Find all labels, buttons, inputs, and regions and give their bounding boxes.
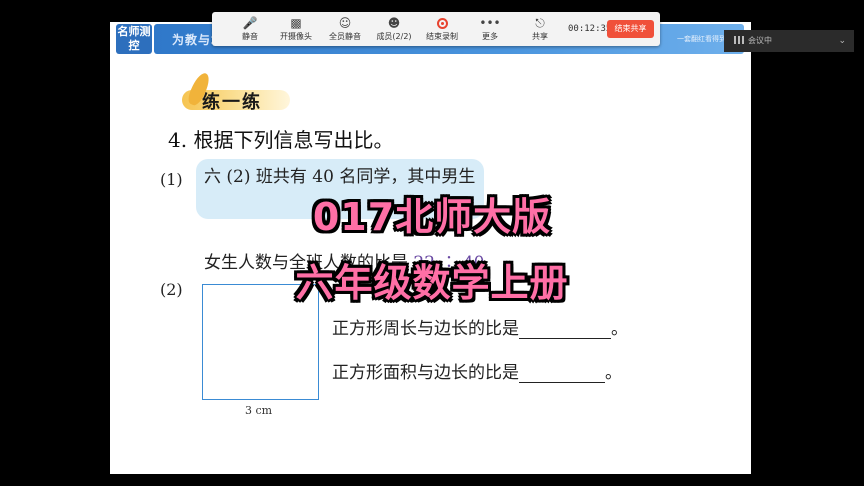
more-label: 更多 xyxy=(482,32,498,41)
area-question: 正方形面积与边长的比是 。 xyxy=(332,358,622,383)
meeting-status-bar[interactable]: 会议中 ⌄ xyxy=(724,30,854,52)
mute-button[interactable]: 🎤 静音 xyxy=(230,15,270,42)
more-button[interactable]: ••• 更多 xyxy=(470,15,510,42)
camera-icon: ▩ xyxy=(290,16,302,30)
area-blank[interactable] xyxy=(519,365,605,383)
members-button[interactable]: ☻ 成员(2/2) xyxy=(374,15,414,42)
camera-button[interactable]: ▩ 开摄像头 xyxy=(276,15,316,42)
record-icon xyxy=(422,15,462,31)
perimeter-blank[interactable] xyxy=(519,321,611,339)
brand-logo: 名师测控 xyxy=(116,24,152,54)
signal-icon xyxy=(734,36,744,44)
shared-slide: 名师测控 为教与增效 为学生赋能 一套翻红看得到 练一练 4. 根据下列信息写出… xyxy=(110,22,751,474)
meeting-status-label: 会议中 xyxy=(748,36,772,45)
overlay-title-line2: 六年级数学上册 xyxy=(295,261,569,305)
meeting-toolbar: 🎤 静音 ▩ 开摄像头 ☺ 全员静音 ☻ 成员(2/2) 结束录制 ••• 更多… xyxy=(212,12,660,46)
share-icon: ⎋ xyxy=(535,16,545,30)
perimeter-question: 正方形周长与边长的比是 。 xyxy=(332,314,628,339)
end-recording-button[interactable]: 结束录制 xyxy=(422,15,462,42)
side-length-label: 3 cm xyxy=(245,404,273,417)
members-icon: ☻ xyxy=(387,16,401,30)
end-share-button[interactable]: 结束共享 xyxy=(607,20,654,38)
chevron-down-icon: ⌄ xyxy=(838,36,846,46)
end-recording-label: 结束录制 xyxy=(426,32,458,41)
mute-all-icon: ☺ xyxy=(338,16,352,30)
perimeter-text: 正方形周长与边长的比是 xyxy=(332,319,519,339)
mute-all-button[interactable]: ☺ 全员静音 xyxy=(325,15,365,42)
microphone-icon: 🎤 xyxy=(242,16,258,30)
perimeter-period: 。 xyxy=(611,319,628,339)
practice-tag: 练一练 xyxy=(182,70,290,113)
more-icon: ••• xyxy=(479,16,501,30)
overlay-title-line1: 017北师大版 xyxy=(312,195,552,239)
share-label: 共享 xyxy=(532,32,548,41)
camera-label: 开摄像头 xyxy=(280,32,312,41)
mute-all-label: 全员静音 xyxy=(329,32,361,41)
meeting-timer: 00:12:35 xyxy=(568,24,612,34)
question-title: 4. 根据下列信息写出比。 xyxy=(168,128,394,152)
members-label: 成员(2/2) xyxy=(376,32,412,41)
area-text: 正方形面积与边长的比是 xyxy=(332,363,519,383)
area-period: 。 xyxy=(605,363,622,383)
banner-right-text: 一套翻红看得到 xyxy=(677,35,726,43)
practice-label: 练一练 xyxy=(202,92,262,113)
share-button[interactable]: ⎋ 共享 xyxy=(520,15,560,42)
mute-label: 静音 xyxy=(242,32,258,41)
